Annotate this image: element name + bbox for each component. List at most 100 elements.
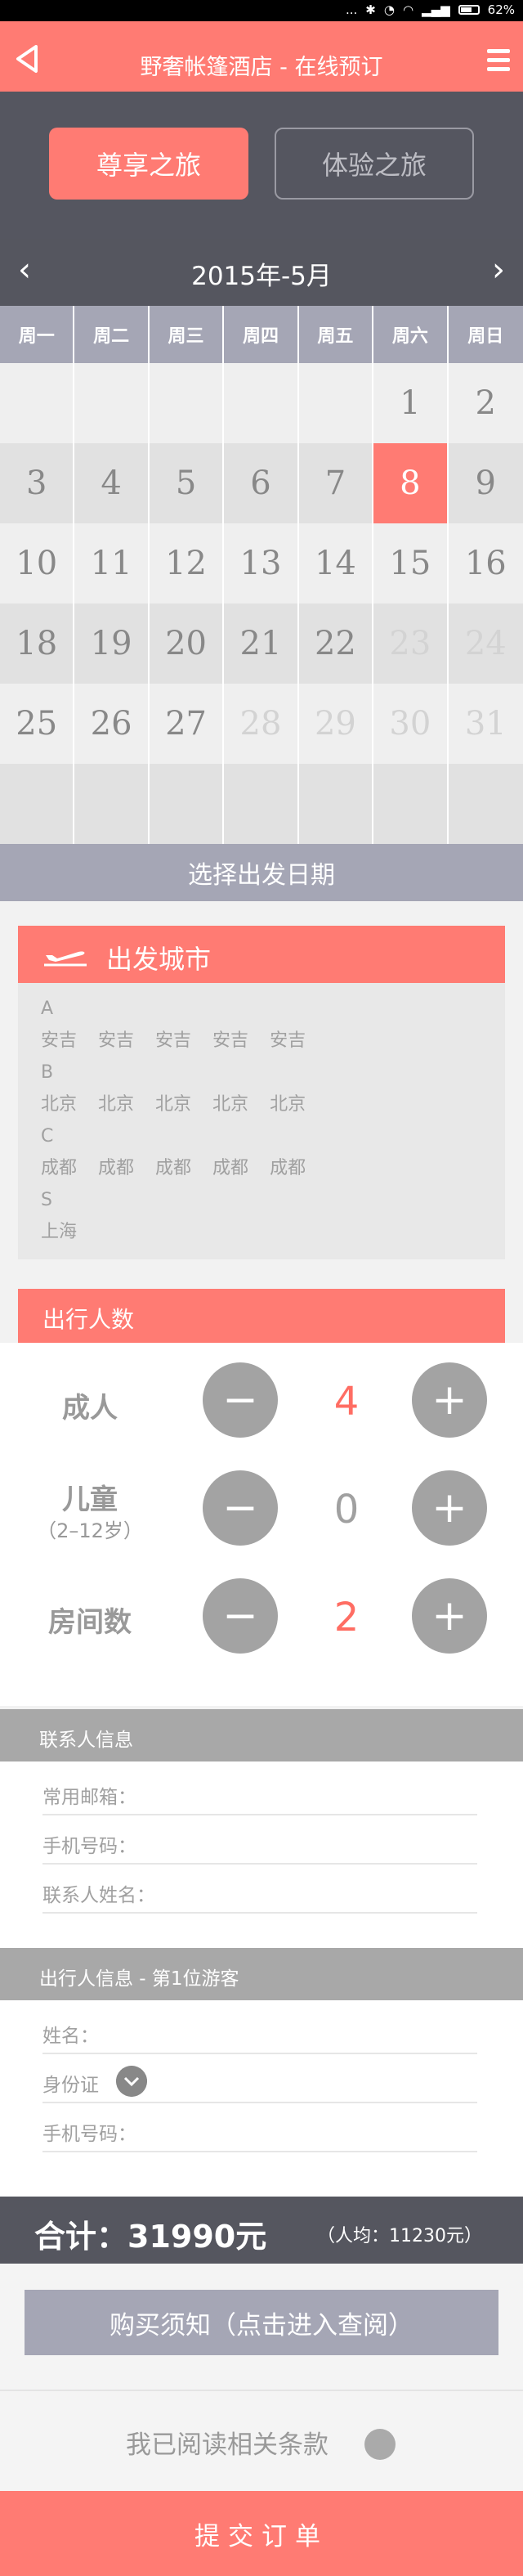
calendar-empty-cell xyxy=(298,764,374,844)
city-list: A 安吉 安吉 安吉 安吉 安吉 B 北京 北京 北京 北京 北京 C 成都 成… xyxy=(41,993,498,1248)
calendar-day[interactable]: 12 xyxy=(149,523,225,604)
city-option[interactable]: 安吉 xyxy=(41,1025,77,1057)
city-option[interactable]: 北京 xyxy=(98,1088,134,1120)
calendar-day[interactable]: 5 xyxy=(149,443,225,523)
city-option[interactable]: 北京 xyxy=(212,1088,248,1120)
calendar-day[interactable]: 11 xyxy=(74,523,150,604)
adult-minus-button[interactable]: − xyxy=(203,1362,278,1438)
calendar-day[interactable]: 25 xyxy=(0,684,75,764)
adult-row: 成人 − 4 + xyxy=(0,1362,523,1444)
calendar-day[interactable]: 19 xyxy=(74,604,150,684)
city-option[interactable]: 成都 xyxy=(41,1152,77,1184)
agree-terms-label: 我已阅读相关条款 xyxy=(126,2430,329,2460)
calendar-day[interactable]: 22 xyxy=(298,604,374,684)
room-label: 房间数 xyxy=(48,1606,132,1639)
trip-type-tabs: 尊享之旅 体验之旅 xyxy=(0,92,523,239)
traveler-info-title: 出行人信息 - 第1位游客 xyxy=(39,1968,239,1990)
calendar-day: 28 xyxy=(224,684,299,764)
calendar-day[interactable]: 16 xyxy=(448,523,523,604)
city-option[interactable]: 成都 xyxy=(155,1152,191,1184)
calendar-day: 29 xyxy=(298,684,374,764)
adult-plus-button[interactable]: + xyxy=(412,1362,487,1438)
traveler-name-field[interactable]: 姓名： xyxy=(42,2005,477,2054)
city-option[interactable]: 北京 xyxy=(155,1088,191,1120)
city-option[interactable]: 成都 xyxy=(270,1152,306,1184)
email-field[interactable]: 常用邮箱： xyxy=(42,1766,477,1815)
city-option[interactable]: 安吉 xyxy=(270,1025,306,1057)
submit-order-button[interactable]: 提交订单 xyxy=(0,2491,523,2576)
city-option[interactable]: 安吉 xyxy=(98,1025,134,1057)
adult-count: 4 xyxy=(333,1379,360,1425)
calendar-day[interactable]: 6 xyxy=(224,443,299,523)
child-label: 儿童 xyxy=(62,1483,118,1516)
city-option[interactable]: 安吉 xyxy=(212,1025,248,1057)
city-group-letter: C xyxy=(41,1126,54,1147)
city-option[interactable]: 北京 xyxy=(41,1088,77,1120)
child-plus-button[interactable]: + xyxy=(412,1470,487,1546)
room-minus-button[interactable]: − xyxy=(203,1578,278,1654)
calendar-day[interactable]: 21 xyxy=(224,604,299,684)
calendar-day[interactable]: 3 xyxy=(0,443,75,523)
contact-info-form: 常用邮箱： 手机号码： 联系人姓名： xyxy=(0,1761,523,1948)
calendar-day[interactable]: 14 xyxy=(298,523,374,604)
traveler-phone-field[interactable]: 手机号码： xyxy=(42,2103,477,2152)
calendar-day: 31 xyxy=(448,684,523,764)
average-price: （人均：11230元） xyxy=(317,2226,482,2246)
traveler-info-header: 出行人信息 - 第1位游客 xyxy=(0,1948,523,2000)
battery-icon xyxy=(458,5,480,15)
page-title: 野奢帐篷酒店 - 在线预订 xyxy=(140,55,383,80)
tab-premium-trip[interactable]: 尊享之旅 xyxy=(49,128,248,200)
battery-percent: 62% xyxy=(487,2,515,17)
status-indicators: ... xyxy=(345,2,358,17)
room-plus-button[interactable]: + xyxy=(412,1578,487,1654)
calendar-day[interactable]: 9 xyxy=(448,443,523,523)
calendar-day[interactable]: 13 xyxy=(224,523,299,604)
agree-checkbox[interactable] xyxy=(364,2429,396,2460)
calendar-day[interactable]: 20 xyxy=(149,604,225,684)
contact-info-header: 联系人信息 xyxy=(0,1709,523,1761)
calendar-day[interactable]: 10 xyxy=(0,523,75,604)
divider xyxy=(0,2390,523,2391)
city-option[interactable]: 安吉 xyxy=(155,1025,191,1057)
city-option[interactable]: 北京 xyxy=(270,1088,306,1120)
room-row: 房间数 − 2 + xyxy=(0,1578,523,1660)
tab-experience-trip[interactable]: 体验之旅 xyxy=(275,128,474,200)
calendar-day[interactable]: 2 xyxy=(448,363,523,443)
contact-info-title: 联系人信息 xyxy=(39,1730,133,1751)
calendar-grid: 1 2 3 4 5 6 7 8 9 10 11 12 13 14 15 16 18 19 20 21 22 23 24 25 2… xyxy=(0,363,523,844)
calendar-empty-cell xyxy=(149,363,225,443)
purchase-notice-button[interactable]: 购买须知（点击进入查阅） xyxy=(25,2290,498,2355)
plane-icon xyxy=(44,951,87,967)
calendar-empty-cell xyxy=(224,764,299,844)
child-minus-button[interactable]: − xyxy=(203,1470,278,1546)
traveler-phone-label: 手机号码： xyxy=(42,2124,136,2145)
city-option[interactable]: 成都 xyxy=(98,1152,134,1184)
calendar-empty-cell xyxy=(298,363,374,443)
calendar-empty-cell xyxy=(0,363,75,443)
calendar-day[interactable]: 4 xyxy=(74,443,150,523)
calendar-day[interactable]: 26 xyxy=(74,684,150,764)
calendar-empty-cell xyxy=(224,363,299,443)
id-type-field[interactable]: 身份证 xyxy=(42,2054,477,2103)
city-option[interactable]: 成都 xyxy=(212,1152,248,1184)
calendar-day[interactable]: 7 xyxy=(298,443,374,523)
calendar-empty-cell xyxy=(373,764,449,844)
total-bar: 合计：31990元 （人均：11230元） xyxy=(0,2197,523,2264)
contact-name-field[interactable]: 联系人姓名： xyxy=(42,1865,477,1914)
phone-field[interactable]: 手机号码： xyxy=(42,1815,477,1865)
chevron-down-icon[interactable] xyxy=(116,2066,147,2097)
menu-icon[interactable] xyxy=(487,49,510,71)
calendar-day[interactable]: 18 xyxy=(0,604,75,684)
next-month-icon[interactable]: › xyxy=(492,254,505,286)
calendar-day[interactable]: 1 xyxy=(373,363,449,443)
calendar-empty-cell xyxy=(74,764,150,844)
calendar-day[interactable]: 15 xyxy=(373,523,449,604)
child-row: 儿童 （2–12岁） − 0 + xyxy=(0,1470,523,1552)
city-option[interactable]: 上海 xyxy=(41,1216,77,1248)
calendar-day: 24 xyxy=(448,604,523,684)
phone-label: 手机号码： xyxy=(42,1836,136,1857)
calendar-day[interactable]: 8 xyxy=(373,443,449,523)
travelers-count-header: 出行人数 xyxy=(18,1289,505,1343)
child-age-note: （2–12岁） xyxy=(37,1519,143,1542)
calendar-day[interactable]: 27 xyxy=(149,684,225,764)
